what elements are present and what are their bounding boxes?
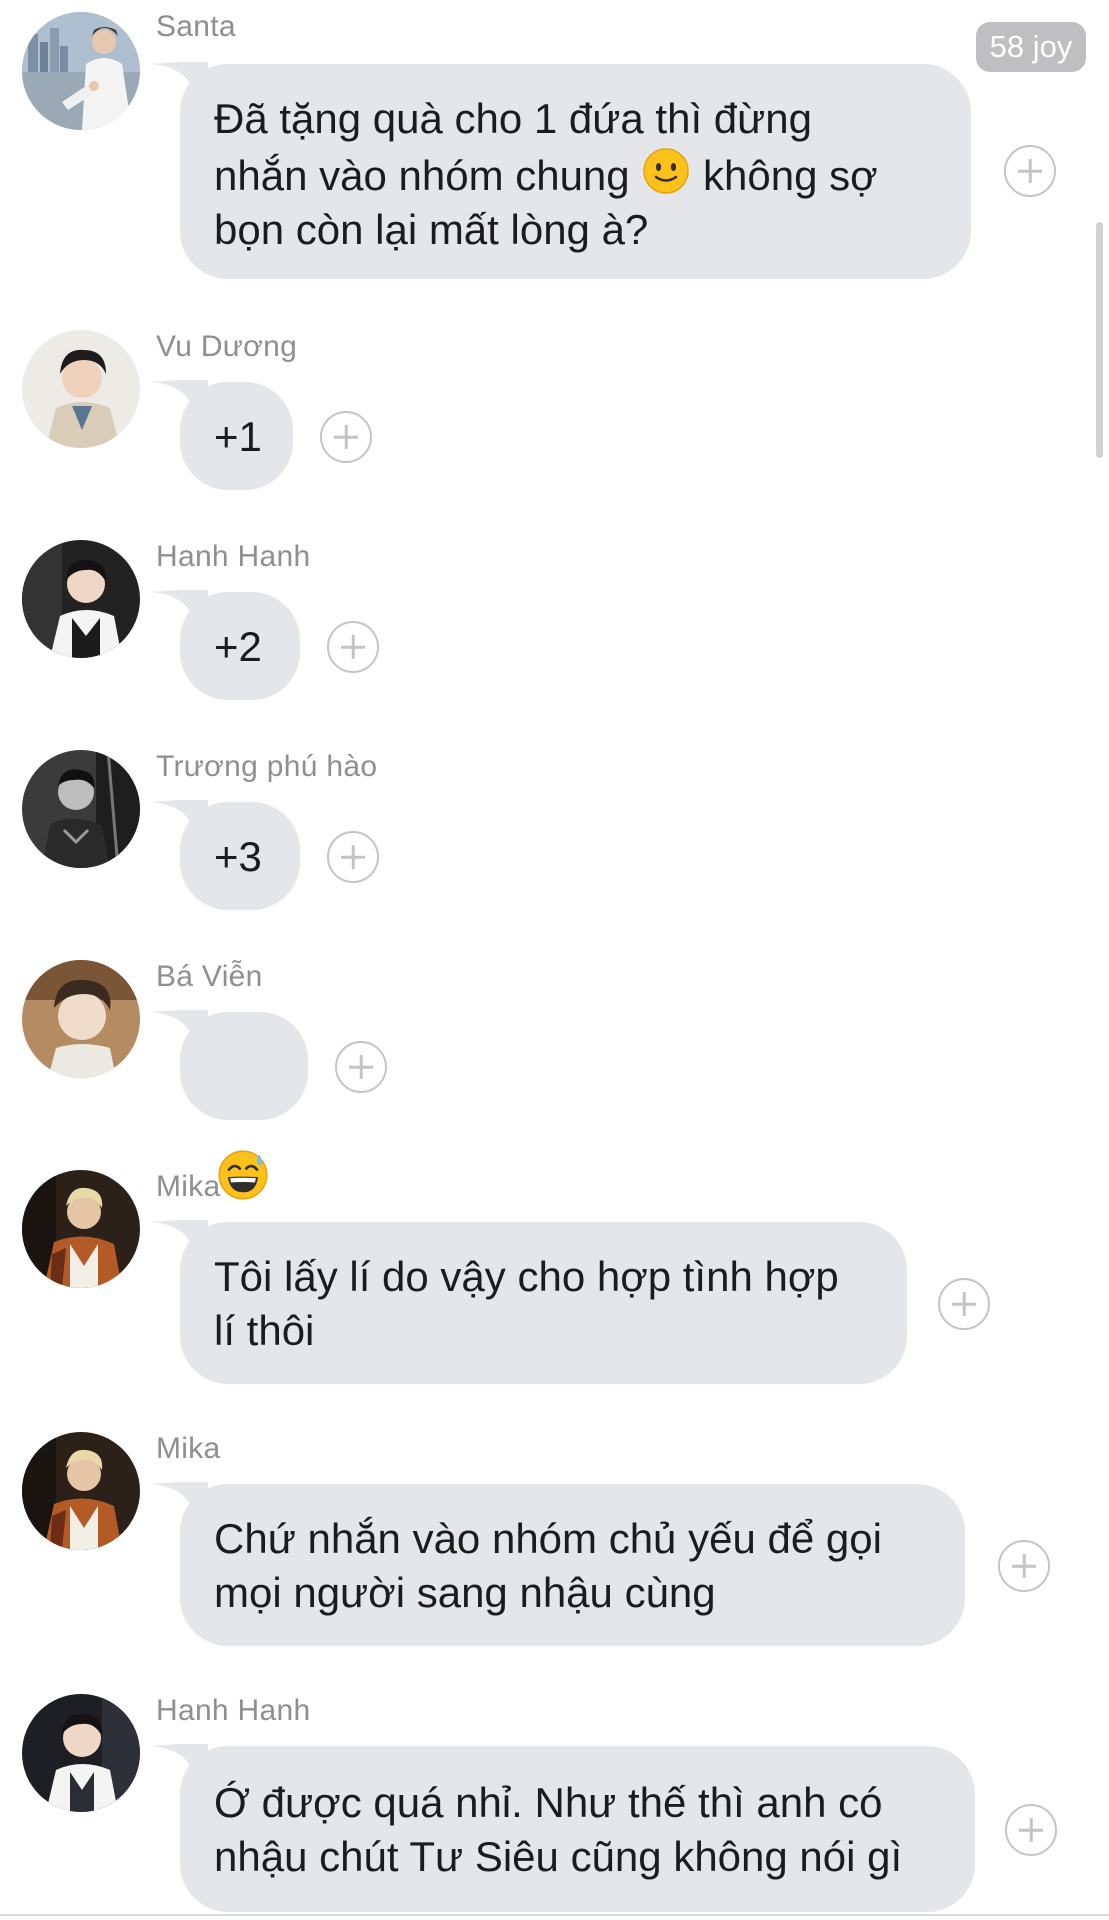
plus-circle-icon[interactable] (1005, 1804, 1057, 1856)
message-bubble[interactable]: +3 (150, 800, 300, 910)
slightly-smiling-face-emoji (641, 146, 691, 196)
message-text: +1 (214, 413, 262, 460)
sender-name: Hanh Hanh (156, 540, 311, 573)
message-text: Chứ nhắn vào nhóm chủ yếu để gọi mọi ngư… (214, 1515, 882, 1616)
message-text: Ớ được quá nhỉ. Như thế thì anh có nhậu … (214, 1779, 903, 1880)
avatar[interactable] (22, 750, 140, 868)
plus-circle-icon[interactable] (327, 831, 379, 883)
sender-name: Hanh Hanh (156, 1694, 311, 1727)
message-bubble[interactable]: Tôi lấy lí do vậy cho hợp tình hợp lí th… (150, 1220, 907, 1384)
reaction-count-badge[interactable]: 58 joy (976, 22, 1086, 72)
avatar[interactable] (22, 540, 140, 658)
message-bubble[interactable]: Ớ được quá nhỉ. Như thế thì anh có nhậu … (150, 1744, 975, 1912)
message-bubble[interactable]: Đã tặng quà cho 1 đứa thì đừng nhắn vào … (150, 62, 971, 279)
message-bubble[interactable]: +2 (150, 590, 300, 700)
bubble-tail (150, 1744, 208, 1766)
sender-name: Mika (156, 1170, 221, 1203)
avatar[interactable] (22, 12, 140, 130)
message-text: Tôi lấy lí do vậy cho hợp tình hợp lí th… (214, 1253, 839, 1354)
sender-name: Bá Viễn (156, 960, 263, 993)
message-text: +2 (214, 623, 262, 670)
sender-name: Santa (156, 10, 236, 43)
bubble-tail (150, 1482, 208, 1504)
scrollbar[interactable] (1096, 222, 1103, 458)
avatar[interactable] (22, 330, 140, 448)
avatar[interactable] (22, 1694, 140, 1812)
plus-circle-icon[interactable] (335, 1041, 387, 1093)
message-text (216, 1040, 308, 1250)
bubble-tail (150, 380, 208, 402)
message-bubble[interactable]: +1 (150, 380, 293, 490)
message-text: +3 (214, 833, 262, 880)
message-text: Đã tặng quà cho 1 đứa thì đừng nhắn vào … (214, 95, 878, 253)
sender-name: Vu Dương (156, 330, 298, 363)
bubble-tail (150, 1220, 208, 1242)
avatar[interactable] (22, 1170, 140, 1288)
bubble-tail (150, 62, 208, 84)
bubble-tail (150, 590, 208, 612)
message-bubble[interactable] (150, 1010, 308, 1200)
grinning-face-with-sweat-emoji (216, 1094, 270, 1200)
plus-circle-icon[interactable] (938, 1278, 990, 1330)
plus-circle-icon[interactable] (320, 411, 372, 463)
plus-circle-icon[interactable] (327, 621, 379, 673)
sender-name: Trương phú hào (156, 750, 378, 783)
avatar[interactable] (22, 960, 140, 1078)
bubble-tail (150, 800, 208, 822)
message-bubble[interactable]: Chứ nhắn vào nhóm chủ yếu để gọi mọi ngư… (150, 1482, 965, 1646)
bottom-divider (0, 1914, 1109, 1916)
avatar[interactable] (22, 1432, 140, 1550)
bubble-tail (150, 1010, 208, 1032)
plus-circle-icon[interactable] (1004, 145, 1056, 197)
sender-name: Mika (156, 1432, 221, 1465)
plus-circle-icon[interactable] (998, 1540, 1050, 1592)
